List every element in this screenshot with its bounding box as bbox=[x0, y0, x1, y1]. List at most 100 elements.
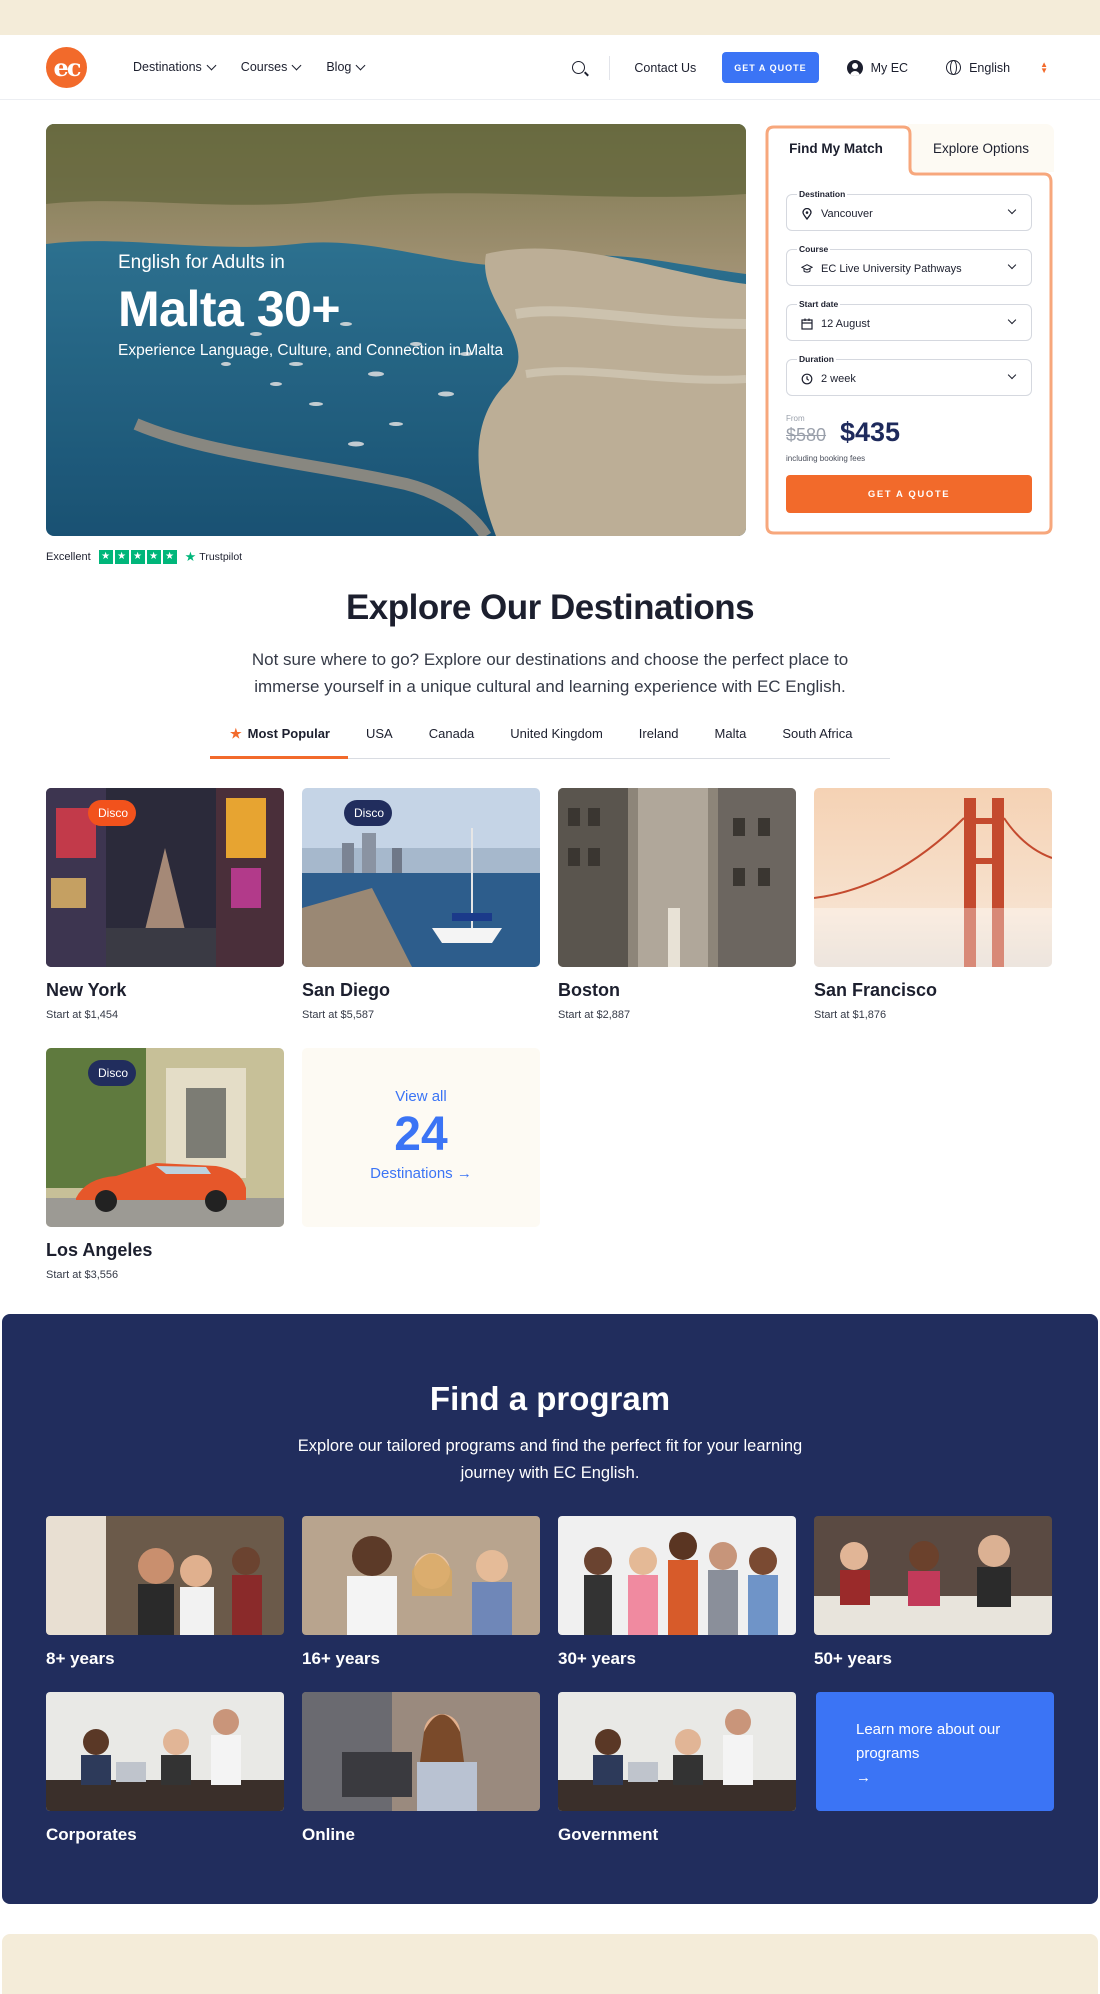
user-icon bbox=[846, 59, 863, 76]
search-icon[interactable] bbox=[572, 61, 586, 74]
program-card-30-plus[interactable]: 30+ years bbox=[558, 1516, 796, 1669]
boston-image bbox=[558, 788, 796, 967]
nav-destinations-label: Destinations bbox=[133, 60, 202, 74]
calendar-icon bbox=[801, 318, 813, 330]
program-card-government[interactable]: Government bbox=[558, 1692, 796, 1845]
destination-name: Los Angeles bbox=[46, 1240, 153, 1260]
chevron-down-icon bbox=[1007, 315, 1017, 325]
trustpilot-widget[interactable]: Excellent ★ ★ ★ ★ ★ ★ Trustpilot bbox=[46, 549, 242, 565]
hero-title: Malta 30+ bbox=[118, 281, 341, 337]
program-label: 8+ years bbox=[46, 1649, 115, 1668]
find-my-match-widget: Explore Options Find My Match Destinatio… bbox=[764, 124, 1054, 536]
my-ec-link[interactable]: My EC bbox=[846, 59, 909, 76]
destination-label: Destination bbox=[797, 189, 848, 199]
destination-name: San Francisco bbox=[814, 980, 938, 1000]
destination-card-new-york[interactable]: Disco New York Start at $1,454 bbox=[46, 788, 284, 1021]
find-a-program-section: Find a program Explore our tailored prog… bbox=[2, 1314, 1098, 1904]
view-all-label: View all bbox=[395, 1088, 447, 1105]
chevron-down-icon bbox=[1007, 205, 1017, 215]
globe-icon bbox=[946, 60, 962, 75]
duration-value: 2 week bbox=[821, 373, 856, 385]
los-angeles-image: Disco bbox=[46, 1048, 284, 1227]
nav-menu: Destinations Courses Blog bbox=[133, 60, 366, 74]
price-from-label: From bbox=[786, 414, 805, 423]
program-image-online bbox=[302, 1692, 540, 1811]
trustpilot-brand: Trustpilot bbox=[199, 551, 243, 563]
language-label: English bbox=[969, 60, 1011, 75]
destination-card-san-francisco[interactable]: San Francisco Start at $1,876 bbox=[814, 788, 1052, 1021]
tab-ireland[interactable]: Ireland bbox=[621, 722, 697, 759]
tab-canada[interactable]: Canada bbox=[411, 722, 493, 759]
destination-name: Boston bbox=[558, 980, 620, 1000]
course-select[interactable]: Course EC Live University Pathways bbox=[786, 244, 1032, 286]
chevron-down-icon bbox=[1007, 370, 1017, 380]
top-announcement-bar bbox=[0, 0, 1100, 35]
start-date-value: 12 August bbox=[821, 318, 870, 330]
nav-divider bbox=[609, 55, 611, 80]
price-note: including booking fees bbox=[786, 454, 866, 463]
contact-us-link[interactable]: Contact Us bbox=[634, 61, 696, 75]
get-a-quote-submit-button[interactable]: GET A QUOTE bbox=[786, 475, 1032, 513]
language-selector[interactable]: English ▲ ▼ bbox=[946, 60, 1048, 75]
program-image-16-plus bbox=[302, 1516, 540, 1635]
match-form: Destination Vancouver Course EC Live Uni… bbox=[786, 189, 1032, 414]
program-image-corporates bbox=[46, 1692, 284, 1811]
program-label: Government bbox=[558, 1825, 659, 1844]
destination-price: Start at $1,876 bbox=[814, 1009, 887, 1021]
destination-card-san-diego[interactable]: Disco San Diego Start at $5,587 bbox=[302, 788, 540, 1021]
new-york-image: Disco bbox=[46, 788, 284, 967]
my-ec-label: My EC bbox=[870, 60, 909, 75]
trustpilot-stars: ★ ★ ★ ★ ★ bbox=[98, 550, 177, 564]
nav-destinations[interactable]: Destinations bbox=[133, 60, 217, 74]
tab-find-my-match[interactable]: Find My Match bbox=[764, 124, 908, 172]
destination-name: San Diego bbox=[302, 980, 391, 1000]
destination-price: Start at $2,887 bbox=[558, 1009, 631, 1021]
nav-right: Contact Us GET A QUOTE My EC English ▲ ▼ bbox=[572, 35, 1048, 100]
learn-more-programs-card[interactable]: Learn more about our programs → bbox=[816, 1692, 1054, 1811]
view-all-destinations-card[interactable]: View all 24 Destinations → bbox=[302, 1048, 540, 1227]
destinations-heading: Explore Our Destinations bbox=[345, 588, 755, 627]
star-icon: ★ bbox=[230, 726, 242, 741]
nav-blog-label: Blog bbox=[326, 60, 352, 74]
tab-most-popular[interactable]: ★ Most Popular bbox=[210, 722, 348, 759]
destination-card-boston[interactable]: Boston Start at $2,887 bbox=[558, 788, 796, 1021]
view-all-destinations-text: Destinations bbox=[370, 1165, 453, 1182]
destination-price: Start at $5,587 bbox=[302, 1009, 375, 1021]
program-card-16-plus[interactable]: 16+ years bbox=[302, 1516, 540, 1669]
star-icon: ★ bbox=[114, 550, 129, 564]
tab-most-popular-label: Most Popular bbox=[247, 726, 330, 741]
destination-card-los-angeles[interactable]: Disco Los Angeles Start at $3,556 bbox=[46, 1048, 284, 1281]
nav-blog[interactable]: Blog bbox=[326, 60, 366, 74]
graduation-cap-icon bbox=[801, 264, 813, 273]
arrow-right-icon: → bbox=[856, 1769, 871, 1786]
program-card-50-plus[interactable]: 50+ years bbox=[814, 1516, 1052, 1669]
destination-select[interactable]: Destination Vancouver bbox=[786, 189, 1032, 231]
sort-arrows-icon: ▲ ▼ bbox=[1040, 59, 1048, 75]
program-card-online[interactable]: Online bbox=[302, 1692, 540, 1845]
ec-logo[interactable]: ec bbox=[46, 46, 87, 88]
next-section-band bbox=[2, 1934, 1098, 1994]
start-date-label: Start date bbox=[797, 299, 841, 309]
nav-courses[interactable]: Courses bbox=[240, 60, 302, 74]
programs-heading: Find a program bbox=[429, 1380, 671, 1417]
get-a-quote-button[interactable]: GET A QUOTE bbox=[722, 52, 819, 83]
program-card-corporates[interactable]: Corporates bbox=[46, 1692, 284, 1845]
tab-south-africa[interactable]: South Africa bbox=[764, 722, 870, 759]
nav-courses-label: Courses bbox=[240, 60, 288, 74]
program-label: 16+ years bbox=[302, 1649, 380, 1668]
hero-subtitle: English for Adults in bbox=[118, 252, 285, 273]
chevron-down-icon bbox=[1007, 260, 1017, 270]
course-value: EC Live University Pathways bbox=[821, 263, 962, 275]
trustpilot-rating-text: Excellent bbox=[46, 551, 91, 563]
tab-malta[interactable]: Malta bbox=[697, 722, 765, 759]
hero-tagline: Experience Language, Culture, and Connec… bbox=[118, 342, 504, 359]
destination-name: New York bbox=[46, 980, 127, 1000]
program-card-8-plus[interactable]: 8+ years bbox=[46, 1516, 284, 1669]
san-diego-image: Disco bbox=[302, 788, 540, 967]
tab-united-kingdom[interactable]: United Kingdom bbox=[492, 722, 621, 759]
tab-usa[interactable]: USA bbox=[348, 722, 411, 759]
program-image-government bbox=[558, 1692, 796, 1811]
clock-icon bbox=[801, 373, 813, 385]
start-date-select[interactable]: Start date 12 August bbox=[786, 299, 1032, 341]
duration-select[interactable]: Duration 2 week bbox=[786, 354, 1032, 396]
